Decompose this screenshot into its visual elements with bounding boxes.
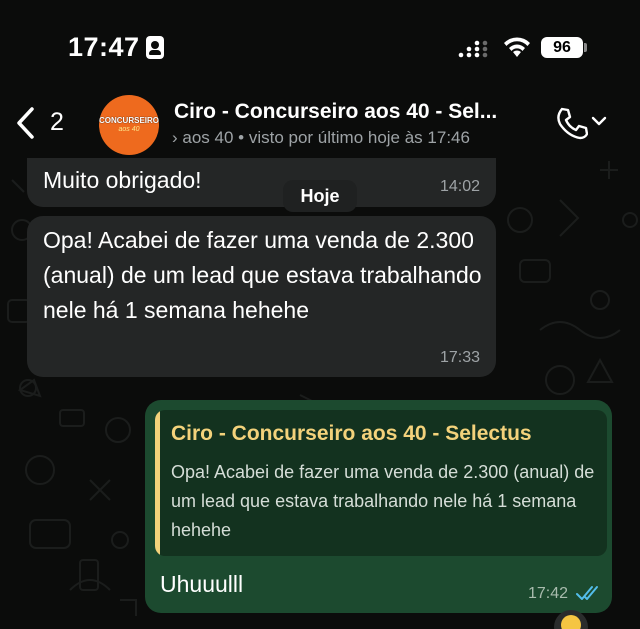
- message-bubble-outgoing[interactable]: Ciro - Concurseiro aos 40 - Selectus Opa…: [145, 400, 612, 613]
- message-text: Uhuuulll: [160, 571, 244, 597]
- message-time: 17:33: [439, 349, 480, 366]
- chat-header: 2 CONCURSEIRO aos 40 Ciro - Concurseiro …: [0, 92, 640, 158]
- double-check-icon: [576, 586, 598, 600]
- cellular-signal-icon: [458, 40, 488, 58]
- message-text: Muito obrigado!: [43, 167, 202, 193]
- quote-accent-bar: [155, 410, 160, 556]
- quote-text: Opa! Acabei de fazer uma venda de 2.300 …: [171, 462, 595, 540]
- battery-tip: [584, 43, 587, 52]
- date-separator: Hoje: [283, 180, 357, 212]
- status-bar: 17:47 96: [0, 0, 640, 92]
- avatar-logo-text: CONCURSEIRO: [99, 116, 159, 125]
- wifi-icon: [504, 37, 530, 57]
- quote-author: Ciro - Concurseiro aos 40 - Selectus: [171, 422, 532, 445]
- message-text: Opa! Acabei de fazer uma venda de 2.300 …: [43, 227, 482, 323]
- avatar-logo-subtext: aos 40: [118, 126, 140, 133]
- message-time: 14:02: [439, 178, 480, 195]
- quoted-message[interactable]: Ciro - Concurseiro aos 40 - Selectus Opa…: [155, 410, 607, 556]
- unread-chats-count[interactable]: 2: [50, 108, 64, 137]
- chevron-down-icon[interactable]: [590, 114, 608, 128]
- battery-level: 96: [541, 37, 583, 58]
- focus-mode-icon: [146, 36, 164, 59]
- avatar[interactable]: CONCURSEIRO aos 40: [99, 95, 159, 155]
- contact-name[interactable]: Ciro - Concurseiro aos 40 - Sel...: [174, 100, 544, 124]
- contact-status[interactable]: › aos 40 • visto por último hoje às 17:4…: [172, 128, 546, 148]
- status-time: 17:47: [68, 32, 140, 62]
- chevron-left-icon[interactable]: [14, 106, 36, 140]
- phone-icon[interactable]: [554, 106, 588, 140]
- emoji-face-icon: [561, 615, 581, 629]
- message-time: 17:42: [527, 585, 568, 602]
- message-bubble-incoming[interactable]: Opa! Acabei de fazer uma venda de 2.300 …: [27, 216, 496, 377]
